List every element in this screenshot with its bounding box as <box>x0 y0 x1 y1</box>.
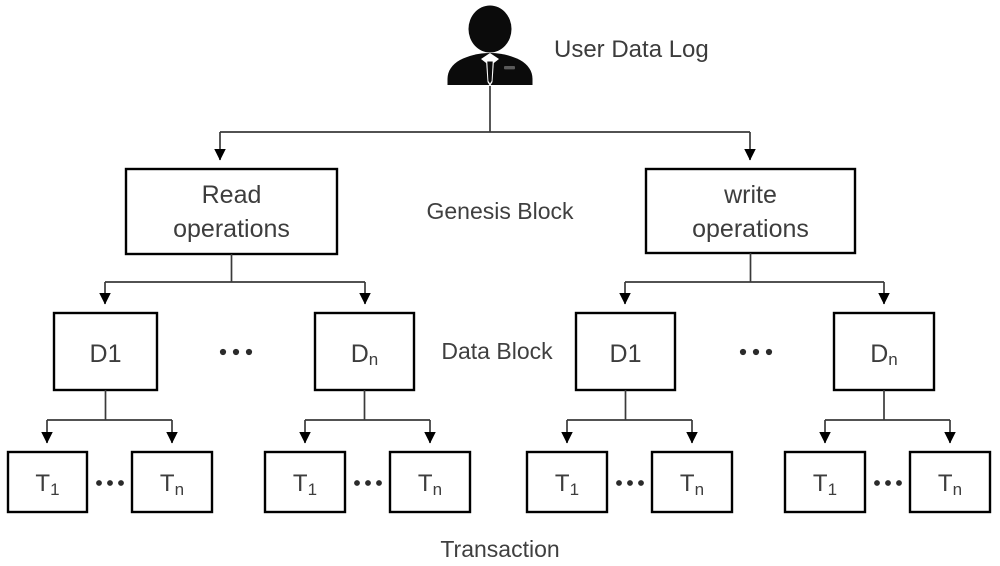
connector-write-to-data <box>619 253 890 305</box>
connector-user-to-genesis <box>214 86 756 161</box>
user-data-log-label: User Data Log <box>554 36 709 63</box>
transaction-box-read-dn-last[interactable]: Tn <box>388 450 472 514</box>
transaction-box-write-d1-first[interactable]: T1 <box>525 450 609 514</box>
transaction-box-read-d1-first[interactable]: T1 <box>6 450 89 514</box>
genesis-block-write-line2: operations <box>692 215 809 243</box>
genesis-block-read-line1: Read <box>202 181 262 209</box>
data-block-write-d1-label: D1 <box>610 340 642 368</box>
transaction-box-write-d1-last[interactable]: Tn <box>650 450 734 514</box>
genesis-block-read[interactable]: Read operations <box>124 167 339 256</box>
transaction-box-write-dn-first[interactable]: T1 <box>783 450 867 514</box>
ellipsis-data-read <box>219 348 253 356</box>
tier-label-data-block: Data Block <box>441 338 553 364</box>
genesis-block-write-line1: write <box>723 181 777 209</box>
connector-read-d1-to-transactions <box>41 390 178 444</box>
data-block-write-dn[interactable]: Dn <box>832 311 936 392</box>
connector-write-d1-to-transactions <box>561 390 698 444</box>
data-block-read-dn[interactable]: Dn <box>313 311 416 392</box>
data-block-write-d1[interactable]: D1 <box>574 311 677 392</box>
ellipsis-transaction-3 <box>616 480 644 486</box>
tier-label-transaction: Transaction <box>440 536 559 562</box>
data-block-read-d1-label: D1 <box>90 340 122 368</box>
transaction-box-write-dn-last[interactable]: Tn <box>908 450 992 514</box>
transaction-box-read-d1-last[interactable]: Tn <box>130 450 214 514</box>
ellipsis-data-write <box>739 348 773 356</box>
tier-label-genesis-block: Genesis Block <box>426 198 574 224</box>
diagram-canvas: User Data Log Read operations write oper… <box>0 0 1000 566</box>
user-person-icon <box>447 5 533 86</box>
ellipsis-transaction-4 <box>874 480 902 486</box>
ellipsis-transaction-1 <box>96 480 124 486</box>
connector-write-dn-to-transactions <box>819 390 956 444</box>
ellipsis-transaction-2 <box>354 480 382 486</box>
connector-read-to-data <box>99 254 371 305</box>
genesis-block-read-line2: operations <box>173 215 290 243</box>
genesis-block-write[interactable]: write operations <box>644 167 857 255</box>
transaction-box-read-dn-first[interactable]: T1 <box>263 450 347 514</box>
data-block-read-d1[interactable]: D1 <box>52 311 159 392</box>
connector-read-dn-to-transactions <box>299 390 436 444</box>
architecture-diagram: User Data Log Read operations write oper… <box>6 5 992 562</box>
